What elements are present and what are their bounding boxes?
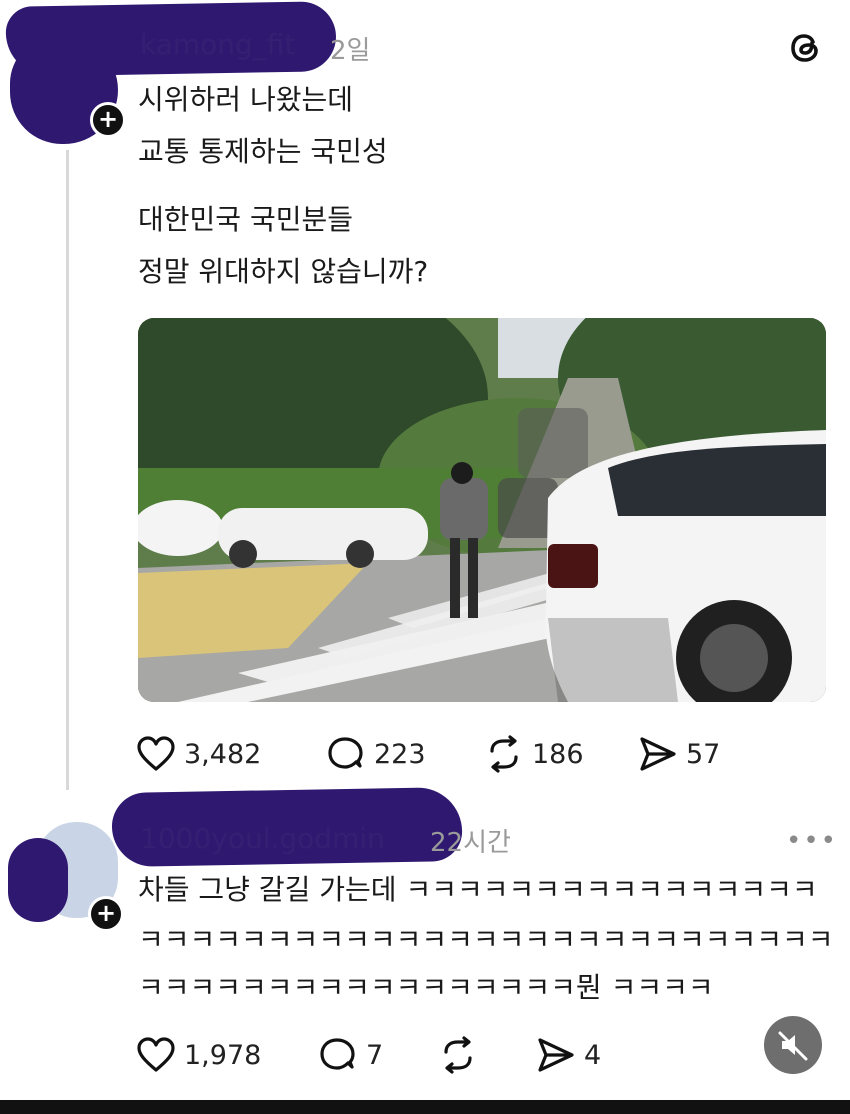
post-text-line-4: 정말 위대하지 않습니까?: [138, 255, 429, 288]
post-repost-button[interactable]: 186: [484, 735, 584, 773]
post-image[interactable]: [138, 318, 826, 702]
post-comment-count: 223: [374, 738, 426, 770]
comment-icon: [320, 1038, 355, 1070]
repost-icon: [444, 1036, 472, 1074]
post-timestamp: 2일: [330, 36, 371, 66]
thread-connector-line: [66, 150, 69, 790]
post-share-count: 57: [686, 738, 721, 770]
post-like-button[interactable]: 3,482: [136, 735, 261, 773]
bottom-bar: [0, 1100, 850, 1114]
post-text-line-2: 교통 통제하는 국민성: [138, 135, 388, 168]
reply-comment-count: 7: [366, 1039, 384, 1071]
post-text-line-3: 대한민국 국민분들: [138, 203, 353, 236]
share-icon: [538, 1038, 574, 1072]
reply-text-line-1: 차들 그냥 갈길 가는데 ㅋㅋㅋㅋㅋㅋㅋㅋㅋㅋㅋㅋㅋㅋㅋㅋ: [138, 873, 818, 906]
post-text-line-1: 시위하러 나왔는데: [138, 83, 353, 116]
reply-like-count: 1,978: [184, 1039, 262, 1071]
threads-logo-icon[interactable]: [786, 28, 826, 68]
comment-icon: [328, 737, 363, 769]
follow-plus-button[interactable]: +: [90, 102, 126, 138]
post-comment-button[interactable]: 223: [326, 735, 426, 773]
reply-timestamp: 22시간: [430, 828, 511, 858]
reply-share-button[interactable]: 4: [536, 1036, 601, 1074]
heart-icon: [137, 1037, 175, 1072]
reply-username[interactable]: 1000youl.godmin: [140, 822, 385, 855]
reply-share-count: 4: [584, 1039, 602, 1071]
reply-avatar-censor-scribble: [8, 838, 68, 922]
share-icon: [640, 737, 676, 771]
post-like-count: 3,482: [184, 738, 262, 770]
reply-like-button[interactable]: 1,978: [136, 1036, 261, 1074]
reply-follow-plus-button[interactable]: +: [88, 896, 124, 932]
more-options-icon[interactable]: •••: [786, 826, 838, 856]
reply-repost-button[interactable]: [438, 1036, 478, 1078]
muted-speaker-icon: [778, 1031, 808, 1061]
reply-comment-button[interactable]: 7: [318, 1036, 383, 1074]
post-repost-count: 186: [532, 738, 584, 770]
repost-icon: [490, 735, 518, 773]
reply-text-line-2: ㅋㅋㅋㅋㅋㅋㅋㅋㅋㅋㅋㅋㅋㅋㅋㅋㅋㅋㅋㅋㅋㅋㅋㅋㅋㅋㅋ: [138, 923, 834, 956]
post-share-button[interactable]: 57: [638, 735, 720, 773]
mute-button[interactable]: [764, 1016, 822, 1074]
reply-text-line-3: ㅋㅋㅋㅋㅋㅋㅋㅋㅋㅋㅋㅋㅋㅋㅋㅋㅋ뭔 ㅋㅋㅋㅋ: [138, 971, 714, 1004]
heart-icon: [137, 736, 175, 771]
post-username[interactable]: kamong_fit: [140, 28, 295, 61]
